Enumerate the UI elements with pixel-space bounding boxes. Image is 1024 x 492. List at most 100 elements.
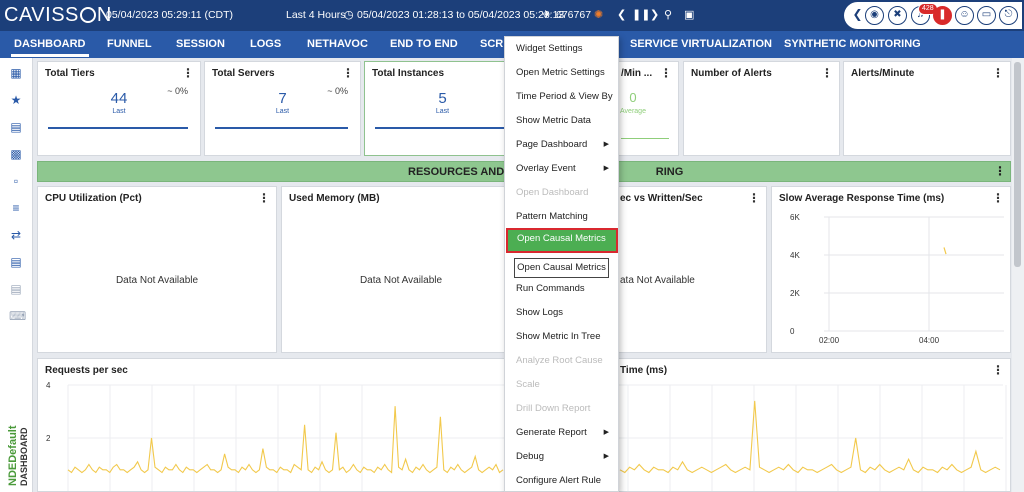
context-menu-item[interactable]: Configure Alert Rule [505, 470, 618, 492]
kpi-number-of-alerts[interactable]: Number of Alerts ⋮ [683, 61, 840, 156]
x-tick-label: 04:00 [919, 336, 940, 345]
tab-scripts[interactable]: SCRI [480, 38, 506, 50]
context-menu-item[interactable]: Open Causal Metrics [506, 228, 618, 253]
context-menu-item-label: Generate Report [516, 427, 587, 438]
kpi-sub: Last [112, 108, 126, 115]
context-menu-item[interactable]: Widget Settings [505, 38, 618, 60]
previous-icon[interactable]: ❮ [617, 8, 626, 21]
logout-icon[interactable]: ⎋ [999, 6, 1018, 25]
time-range-label[interactable]: Last 4 Hours [286, 9, 346, 21]
widget-used-memory[interactable]: Used Memory (MB) Data Not Available [281, 186, 521, 353]
context-menu-item[interactable]: Generate Report ▶ [505, 422, 618, 444]
more-menu-icon[interactable]: ⋮ [992, 66, 1004, 80]
context-menu-item[interactable]: Page Dashboard ▶ [505, 134, 618, 156]
context-menu-item-label: Show Metric In Tree [516, 331, 601, 342]
transfer-icon[interactable]: ⇄ [9, 228, 23, 242]
more-menu-icon[interactable]: ⋮ [994, 164, 1006, 178]
scrollbar-thumb[interactable] [1014, 62, 1021, 267]
context-menu-item[interactable]: Pattern Matching [505, 206, 618, 228]
monitor-icon[interactable]: ▭ [977, 6, 996, 25]
y-tick-label: 2 [46, 434, 51, 443]
context-menu-item[interactable]: Debug ▶ [505, 446, 618, 468]
next-icon[interactable]: ❯ [650, 8, 659, 21]
bell-icon[interactable]: ♫ 428 [911, 3, 938, 25]
tooltip: Open Causal Metrics [514, 258, 609, 278]
kpi-total-tiers[interactable]: Total Tiers ⋮ ~ 0% 44 Last [37, 61, 201, 156]
header-actions: ❮ ◉ ✖ ♫ 428 ❚ ☺ ▭ ⎋ [844, 2, 1022, 29]
context-menu-item-label: Pattern Matching [516, 211, 588, 222]
more-menu-icon[interactable]: ⋮ [258, 191, 270, 205]
file-icon[interactable]: ▤ [9, 282, 23, 296]
more-menu-icon[interactable]: ⋮ [342, 66, 354, 80]
context-menu-item[interactable]: Overlay Event ▶ [505, 158, 618, 180]
tab-synthetic-monitoring[interactable]: SYNTHETIC MONITORING [784, 38, 921, 50]
screenshot-icon[interactable]: ▣ [684, 8, 694, 21]
context-menu-item: Open Dashboard [505, 182, 618, 204]
more-menu-icon[interactable]: ⋮ [992, 191, 1004, 205]
panel-title: Total Servers [212, 68, 275, 79]
panel-title: Used Memory (MB) [289, 193, 380, 204]
widget-slow-avg-response[interactable]: Slow Average Response Time (ms) ⋮ 0 2K 4K 6… [771, 186, 1011, 353]
more-menu-icon[interactable]: ⋮ [660, 66, 672, 80]
telescope-icon[interactable]: ⚲ [664, 8, 672, 21]
context-menu-item: Analyze Root Cause [505, 350, 618, 372]
airplane-icon: ✈ [542, 9, 552, 21]
context-menu-item[interactable]: Show Metric Data [505, 110, 618, 132]
tab-service-virtualization[interactable]: SERVICE VIRTUALIZATION [630, 38, 772, 50]
panel-title: Alerts/Minute [851, 68, 915, 79]
document-icon[interactable]: ▤ [9, 255, 23, 269]
paint-bucket-icon[interactable]: ◉ [865, 6, 884, 25]
more-menu-icon[interactable]: ⋮ [992, 363, 1004, 377]
more-menu-icon[interactable]: ⋮ [182, 66, 194, 80]
user-icon[interactable]: ☺ [955, 6, 974, 25]
time-range-span[interactable]: 05/04/2023 01:28:13 to 05/04/2023 05:28:… [357, 9, 564, 21]
submenu-arrow-icon: ▶ [603, 165, 609, 172]
context-menu-item[interactable]: Open Metric Settings [505, 62, 618, 84]
context-menu-item[interactable]: Run Commands [505, 278, 618, 300]
panel-title: Total Tiers [45, 68, 95, 79]
context-menu-item[interactable]: Show Metric In Tree [505, 326, 618, 348]
context-menu-item-label: Show Metric Data [516, 115, 591, 126]
top-bar: CAVISS N 05/04/2023 05:29:11 (CDT) Last 4… [0, 0, 1024, 31]
context-menu-item-label: Analyze Root Cause [516, 355, 603, 366]
context-menu-item: Drill Down Report [505, 398, 618, 420]
more-menu-icon[interactable]: ⋮ [821, 66, 833, 80]
context-menu-item-label: Time Period & View By [516, 91, 613, 102]
context-menu-item[interactable]: Time Period & View By [505, 86, 618, 108]
more-menu-icon[interactable]: ⋮ [748, 191, 760, 205]
tab-logs[interactable]: LOGS [250, 38, 281, 50]
kpi-alerts-per-minute[interactable]: Alerts/Minute ⋮ [843, 61, 1011, 156]
y-tick-label: 2K [790, 289, 800, 298]
panel-title: Slow Average Response Time (ms) [779, 193, 945, 204]
report-icon[interactable]: ▩ [9, 147, 23, 161]
tools-icon[interactable]: ✖ [888, 6, 907, 25]
panel-title-right: Time (ms) [620, 365, 668, 376]
context-menu-item[interactable]: Show Logs [505, 302, 618, 324]
calculator-icon[interactable]: ▤ [9, 120, 23, 134]
grid-icon[interactable]: ▦ [9, 66, 23, 80]
tab-dashboard[interactable]: DASHBOARD [11, 38, 88, 57]
cavisson-logo[interactable]: CAVISS N [4, 4, 112, 27]
kpi-total-servers[interactable]: Total Servers ⋮ ~ 0% 7 Last [204, 61, 361, 156]
tab-session[interactable]: SESSION [176, 38, 225, 50]
panel-title: CPU Utilization (Pct) [45, 193, 142, 204]
widget-cpu-utilization[interactable]: CPU Utilization (Pct) ⋮ Data Not Availab… [37, 186, 277, 353]
keyboard-icon[interactable]: ⌨ [9, 309, 26, 323]
kpi-sparkline [621, 138, 669, 139]
context-menu-item-label: Open Metric Settings [516, 67, 605, 78]
context-menu-item-label: Page Dashboard [516, 139, 588, 150]
pause-alert-icon[interactable]: ❚ [933, 6, 952, 25]
star-icon[interactable]: ★ [9, 93, 23, 107]
kpi-total-instances[interactable]: Total Instances ~ 0 5 Last [364, 61, 524, 156]
tab-nethavoc[interactable]: NETHAVOC [307, 38, 368, 50]
context-menu-item-label: Scale [516, 379, 540, 390]
y-tick-label: 4 [46, 381, 51, 390]
tab-funnel[interactable]: FUNNEL [107, 38, 152, 50]
tree-icon[interactable]: ≡ [9, 201, 23, 215]
pause-icon[interactable]: ❚❚ [632, 8, 650, 21]
panel-title: Requests per sec [45, 365, 128, 376]
dashboard-name-label: NDEDefault DASHBOARD [3, 398, 31, 486]
y-tick-label: 4K [790, 251, 800, 260]
tab-end-to-end[interactable]: END TO END [390, 38, 458, 50]
chart-icon[interactable]: ▫ [9, 174, 23, 188]
